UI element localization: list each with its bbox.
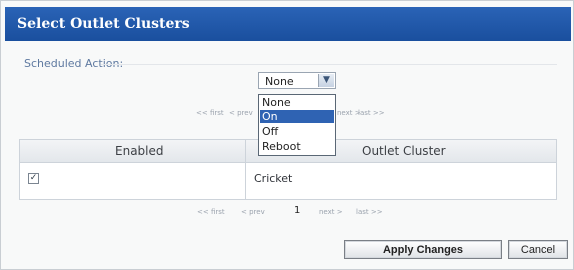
scheduled-action-select[interactable]: None ▼ [258,72,336,89]
column-header-enabled[interactable]: Enabled [115,144,164,158]
option-reboot[interactable]: Reboot [260,140,334,153]
dialog-title: Select Outlet Clusters [17,16,190,32]
option-off[interactable]: Off [260,125,334,138]
pager-bottom-first-link[interactable]: << first [197,208,225,216]
pager-top-prev-link[interactable]: < prev [229,109,253,117]
fieldset-divider [101,64,557,65]
scheduled-action-dropdown-list: None On Off Reboot [258,94,336,156]
pager-bottom-next-link[interactable]: next > [319,208,343,216]
pager-top-first-link[interactable]: << first [196,109,224,117]
pager-bottom-last-link[interactable]: last >> [356,208,383,216]
enabled-checkbox[interactable]: ✓ [28,173,39,184]
pager-bottom-prev-link[interactable]: < prev [241,208,265,216]
chevron-down-icon[interactable]: ▼ [318,74,334,87]
pager-bottom-page-number: 1 [294,205,301,216]
outlet-cluster-cell: Cricket [254,172,293,185]
pager-top-last-link[interactable]: last >> [358,109,385,117]
scheduled-action-selected-value: None [265,75,294,88]
column-header-outlet-cluster[interactable]: Outlet Cluster [362,144,446,158]
apply-changes-button[interactable]: Apply Changes [344,240,502,259]
option-none[interactable]: None [260,96,334,109]
column-divider [245,140,246,199]
dialog-titlebar: Select Outlet Clusters [5,7,571,41]
select-outlet-clusters-dialog: Select Outlet Clusters Scheduled Action:… [0,0,574,270]
cancel-button[interactable]: Cancel [508,240,568,259]
option-on[interactable]: On [260,110,334,123]
